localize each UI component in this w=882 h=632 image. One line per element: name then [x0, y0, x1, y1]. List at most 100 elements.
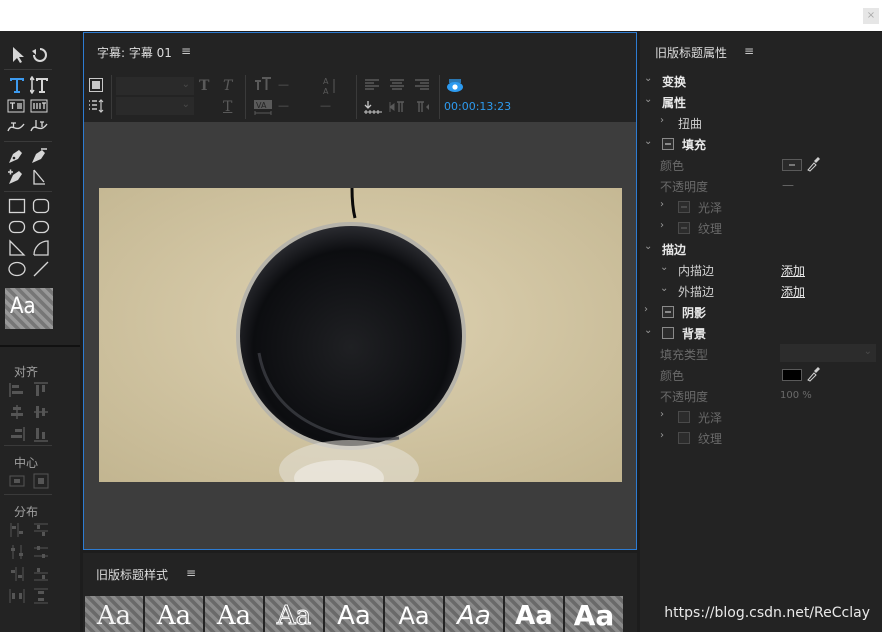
kerning-value[interactable]: —	[278, 99, 289, 112]
style-thumbnail[interactable]: Aa	[265, 596, 323, 632]
background-section[interactable]: ⌄ 背景	[640, 323, 882, 343]
bg-sheen-section[interactable]: › 光泽	[640, 407, 882, 427]
vertical-path-type-tool-icon[interactable]	[30, 118, 48, 136]
align-left-icon[interactable]	[365, 79, 379, 91]
rotation-tool-icon[interactable]	[31, 46, 49, 64]
panel-title[interactable]: 旧版标题属性	[655, 44, 727, 61]
panel-menu-icon[interactable]: ≡	[744, 44, 754, 58]
fill-color-swatch[interactable]	[782, 159, 802, 171]
background-timecode[interactable]: 00:00:13:23	[444, 100, 511, 113]
properties-section[interactable]: ⌄ 属性	[640, 92, 882, 112]
outer-stroke-section[interactable]: ⌄ 外描边 添加	[640, 281, 882, 301]
style-thumbnail[interactable]: Aa	[85, 596, 143, 632]
background-video-toggle-icon[interactable]	[89, 78, 103, 92]
panel-menu-icon[interactable]: ≡	[186, 566, 196, 580]
pen-tool-icon[interactable]	[7, 147, 25, 165]
distribute-bottom-icon[interactable]	[33, 566, 49, 582]
add-outer-stroke-link[interactable]: 添加	[781, 283, 805, 300]
horizontal-left-align-icon[interactable]	[9, 382, 25, 398]
vertical-top-align-icon[interactable]	[33, 382, 49, 398]
distribute-vertical-even-icon[interactable]	[33, 588, 49, 604]
shadow-section[interactable]: › 阴影	[640, 302, 882, 322]
panel-menu-icon[interactable]: ≡	[181, 44, 191, 58]
vertical-area-type-tool-icon[interactable]	[30, 97, 48, 115]
eyedropper-icon[interactable]	[806, 366, 820, 382]
tab-right-icon[interactable]	[414, 100, 430, 114]
arc-tool-icon[interactable]	[32, 239, 50, 257]
line-tool-icon[interactable]	[32, 260, 50, 278]
delete-anchor-point-tool-icon[interactable]	[30, 147, 48, 165]
type-tool-icon[interactable]	[8, 76, 26, 94]
distribute-top-icon[interactable]	[33, 522, 49, 538]
clipped-corner-rectangle-tool-icon[interactable]	[8, 218, 26, 236]
tab-title[interactable]: 字幕: 字幕 01	[97, 44, 172, 61]
style-thumbnail[interactable]: Aa	[385, 596, 443, 632]
transform-section[interactable]: ⌄ 变换	[640, 71, 882, 91]
rounded-corner-rectangle-tool-icon[interactable]	[32, 197, 50, 215]
shadow-checkbox[interactable]	[662, 306, 674, 318]
font-size-value[interactable]: —	[278, 78, 289, 91]
style-thumbnail[interactable]: Aa	[205, 596, 263, 632]
area-type-tool-icon[interactable]	[7, 97, 25, 115]
bold-icon[interactable]: T	[199, 78, 209, 94]
italic-icon[interactable]: T	[223, 78, 232, 94]
panel-title[interactable]: 旧版标题样式	[96, 566, 168, 583]
distort-section[interactable]: › 扭曲	[640, 113, 882, 133]
leading-icon[interactable]: AA	[321, 77, 337, 95]
wedge-tool-icon[interactable]	[8, 239, 26, 257]
sheen-checkbox[interactable]	[678, 201, 690, 213]
ellipse-tool-icon[interactable]	[8, 260, 26, 278]
vertical-center-icon[interactable]	[33, 473, 49, 489]
font-family-dropdown[interactable]: ⌄	[116, 77, 194, 95]
show-background-video-icon[interactable]	[446, 78, 464, 94]
vertical-bottom-align-icon[interactable]	[33, 426, 49, 442]
align-center-icon[interactable]	[390, 79, 404, 91]
fill-opacity-value[interactable]: —	[782, 178, 794, 192]
tab-center-icon[interactable]	[389, 100, 405, 114]
style-thumbnail[interactable]: Aa	[445, 596, 503, 632]
style-thumbnail[interactable]: Aa	[505, 596, 563, 632]
font-style-dropdown[interactable]: ⌄	[116, 97, 194, 115]
texture-checkbox[interactable]	[678, 222, 690, 234]
fill-checkbox[interactable]	[662, 138, 674, 150]
distribute-left-icon[interactable]	[9, 522, 25, 538]
sheen-section[interactable]: › 光泽	[640, 197, 882, 217]
horizontal-center-align-icon[interactable]	[9, 404, 25, 420]
underline-icon[interactable]: T	[223, 99, 232, 115]
distribute-vertical-center-icon[interactable]	[33, 544, 49, 560]
tab-stops-icon[interactable]	[88, 99, 104, 113]
add-inner-stroke-link[interactable]: 添加	[781, 262, 805, 279]
background-checkbox[interactable]	[662, 327, 674, 339]
selection-tool-icon[interactable]	[9, 46, 27, 64]
tab-left-icon[interactable]	[364, 100, 382, 114]
fill-type-dropdown[interactable]: ⌄	[780, 344, 876, 362]
add-anchor-point-tool-icon[interactable]	[7, 168, 25, 186]
fill-section[interactable]: ⌄ 填充	[640, 134, 882, 154]
distribute-horizontal-even-icon[interactable]	[9, 588, 25, 604]
rounded-rectangle-tool-icon[interactable]	[32, 218, 50, 236]
path-type-tool-icon[interactable]	[7, 118, 25, 136]
close-button[interactable]: ×	[863, 8, 879, 24]
horizontal-center-icon[interactable]	[9, 473, 25, 489]
align-right-icon[interactable]	[415, 79, 429, 91]
style-thumbnail[interactable]: Aa	[325, 596, 383, 632]
distribute-right-icon[interactable]	[9, 566, 25, 582]
bg-color-swatch[interactable]	[782, 369, 802, 381]
convert-anchor-point-tool-icon[interactable]	[30, 168, 48, 186]
kerning-icon[interactable]: VA	[254, 100, 272, 116]
font-size-icon[interactable]	[254, 77, 272, 91]
eyedropper-icon[interactable]	[806, 156, 820, 172]
horizontal-right-align-icon[interactable]	[9, 426, 25, 442]
current-style-swatch[interactable]: Aa	[5, 288, 53, 329]
distribute-horizontal-center-icon[interactable]	[9, 544, 25, 560]
rectangle-tool-icon[interactable]	[8, 197, 26, 215]
bg-texture-checkbox[interactable]	[678, 432, 690, 444]
inner-stroke-section[interactable]: ⌄ 内描边 添加	[640, 260, 882, 280]
bg-texture-section[interactable]: › 纹理	[640, 428, 882, 448]
texture-section[interactable]: › 纹理	[640, 218, 882, 238]
style-thumbnail[interactable]: Aa	[565, 596, 623, 632]
bg-sheen-checkbox[interactable]	[678, 411, 690, 423]
strokes-section[interactable]: ⌄ 描边	[640, 239, 882, 259]
vertical-center-align-icon[interactable]	[33, 404, 49, 420]
bg-opacity-value[interactable]: 100 %	[780, 390, 812, 401]
